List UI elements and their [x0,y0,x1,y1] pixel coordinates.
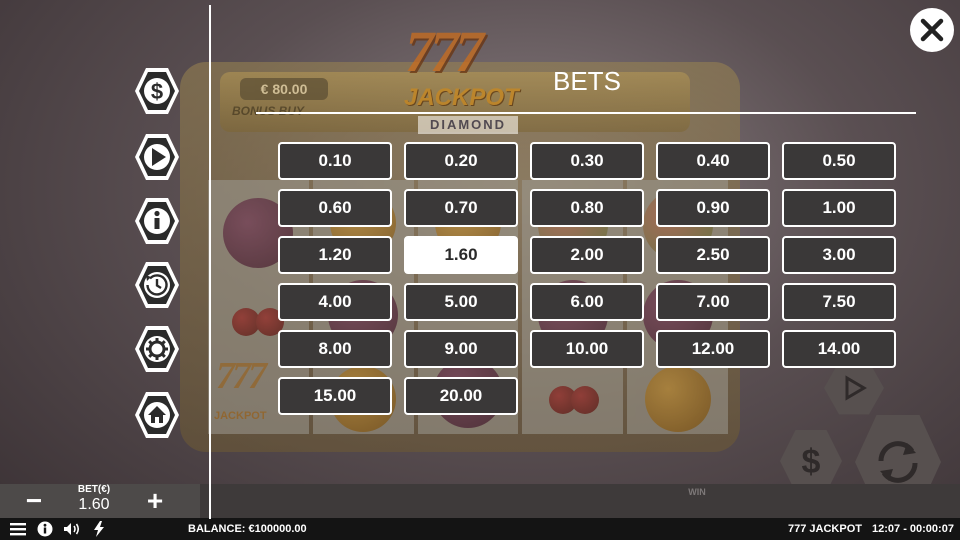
increase-bet-button[interactable]: + [135,484,175,518]
game-title: 777 JACKPOT [788,523,862,535]
side-menu-settings[interactable] [134,324,180,374]
symbol-jackpot-label: JACKPOT [214,410,267,422]
bet-option-button[interactable]: 0.50 [782,142,896,180]
balance-text: BALANCE: €100000.00 [188,523,307,535]
bet-option-button[interactable]: 20.00 [404,377,518,415]
history-icon [135,262,179,308]
bet-option-button[interactable]: 0.60 [278,189,392,227]
bet-option-button[interactable]: 0.10 [278,142,392,180]
bet-option-button[interactable]: 7.50 [782,283,896,321]
close-icon [920,18,944,42]
bet-option-button[interactable]: 15.00 [278,377,392,415]
lightning-icon[interactable] [90,521,108,537]
menu-title: BETS [553,66,621,96]
bet-value: 1.60 [78,496,110,513]
symbol-777: 777 [216,355,267,397]
logo-jackpot: JACKPOT [404,84,519,111]
bet-option-button[interactable]: 8.00 [278,330,392,368]
status-bar: BALANCE: €100000.00 777 JACKPOT 12:07 - … [0,518,960,540]
bet-label: BET(€) [77,484,111,495]
bet-option-button[interactable]: 4.00 [278,283,392,321]
menu-icon[interactable] [9,521,27,537]
bet-option-button[interactable]: 14.00 [782,330,896,368]
side-menu-home[interactable] [134,390,180,440]
logo-diamond: DIAMOND [418,116,518,134]
bet-option-button[interactable]: 1.20 [278,236,392,274]
bonus-buy-price: € 80.00 [240,78,328,100]
bet-option-button[interactable]: 5.00 [404,283,518,321]
clock-text: 12:07 - 00:00:07 [872,523,954,535]
info-icon[interactable] [36,521,54,537]
bet-option-button[interactable]: 9.00 [404,330,518,368]
gear-icon [135,326,179,372]
close-button[interactable] [910,8,954,52]
bet-option-button[interactable]: 0.90 [656,189,770,227]
bet-option-button[interactable]: 7.00 [656,283,770,321]
bet-option-button[interactable]: 6.00 [530,283,644,321]
bet-option-button[interactable]: 3.00 [782,236,896,274]
home-icon [135,392,179,438]
bet-option-button[interactable]: 0.40 [656,142,770,180]
sound-icon[interactable] [63,521,81,537]
spin-icon [878,441,918,483]
bonus-buy-label: BONUS BUY [232,104,305,118]
bet-option-button[interactable]: 1.00 [782,189,896,227]
bet-option-button[interactable]: 12.00 [656,330,770,368]
menu-divider [209,5,211,519]
title-underline [256,112,916,114]
bet-option-button[interactable]: 2.50 [656,236,770,274]
bet-options-grid: 0.10 0.20 0.30 0.40 0.50 0.60 0.70 0.80 0.90 1.00… [278,142,896,415]
side-menu-bets[interactable]: $ [134,66,180,116]
side-menu-info[interactable] [134,196,180,246]
svg-text:$: $ [151,79,163,104]
decrease-bet-button[interactable]: − [14,484,54,518]
side-menu-history[interactable] [134,260,180,310]
info-icon [135,198,179,244]
bet-option-button[interactable]: 0.70 [404,189,518,227]
svg-text:$: $ [802,443,821,481]
play-icon [135,134,179,180]
side-menu-autoplay[interactable] [134,132,180,182]
bet-option-button[interactable]: 10.00 [530,330,644,368]
bet-option-button[interactable]: 2.00 [530,236,644,274]
dollar-icon: $ [802,443,821,481]
bet-option-button[interactable]: 1.60 [404,236,518,274]
win-label: WIN [688,487,706,497]
logo-777: 777 [405,19,484,84]
bet-option-button[interactable]: 0.30 [530,142,644,180]
dollar-icon: $ [135,68,179,114]
bet-option-button[interactable]: 0.20 [404,142,518,180]
bet-option-button[interactable]: 0.80 [530,189,644,227]
